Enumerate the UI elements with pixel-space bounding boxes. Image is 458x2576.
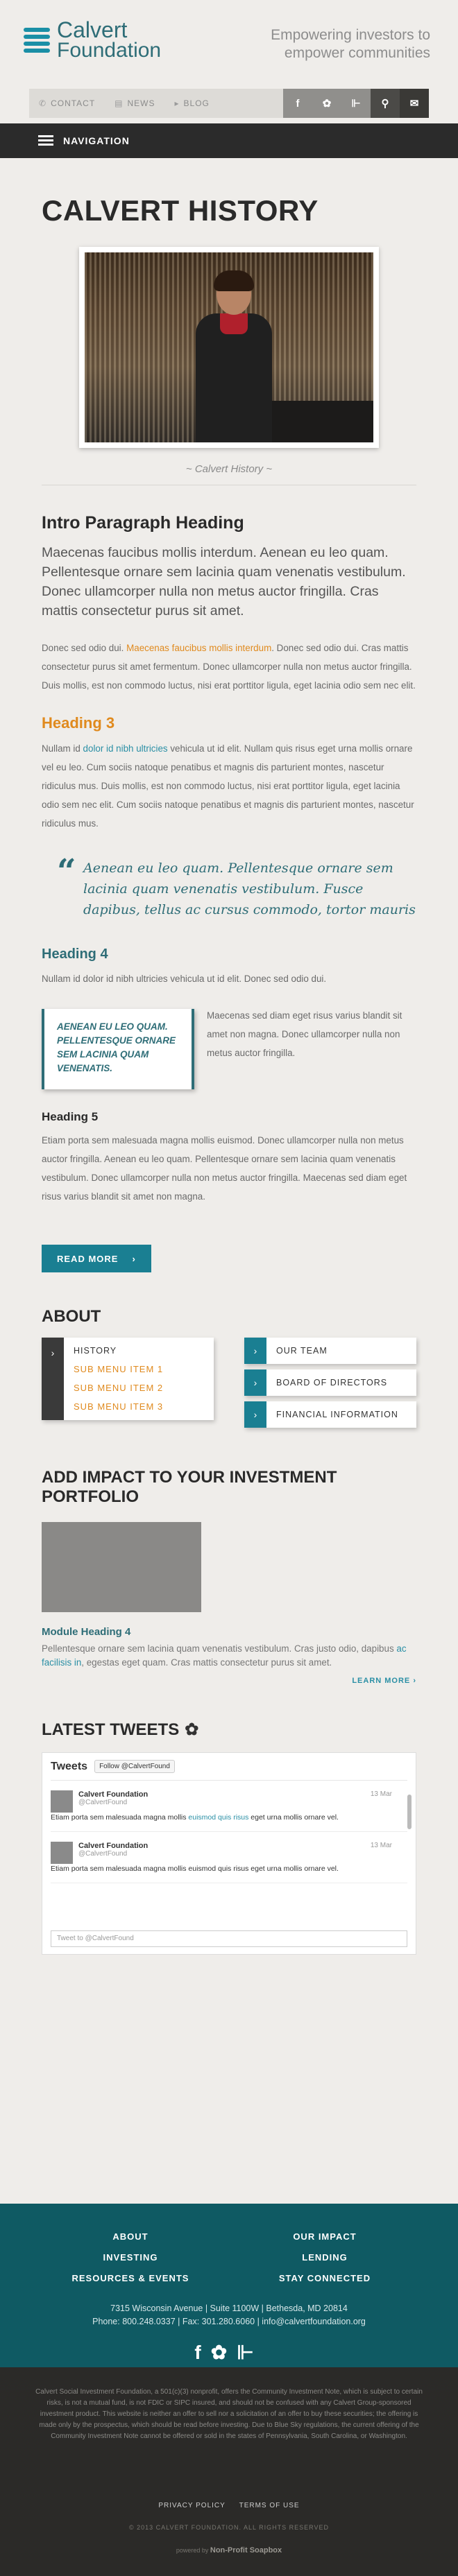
inline-link[interactable]: dolor id nibh ultricies [83,743,168,754]
footer-link-stay-connected[interactable]: STAY CONNECTED [255,2273,394,2283]
quote-icon: “ [57,852,76,891]
tweet: Calvert Foundation @CalvertFound Etiam p… [51,1832,407,1883]
heading-5: Heading 5 [42,1110,99,1123]
tweet-compose-input[interactable]: Tweet to @CalvertFound [51,1930,407,1947]
twitter-widget: Tweets Follow @CalvertFound Calvert Foun… [42,1752,416,1955]
search-icon[interactable]: ⚲ [371,89,400,118]
phone-icon: ✆ [39,98,47,108]
learn-more-link[interactable]: LEARN MORE › [42,1677,416,1685]
contact-info: 7315 Wisconsin Avenue | Suite 1100W | Be… [92,2303,366,2326]
history-link[interactable]: HISTORY [74,1346,204,1356]
read-more-button[interactable]: READ MORE › [42,1245,151,1272]
megaphone-icon: ▸ [174,98,180,108]
social-links: f✿⊩ [0,2341,458,2364]
twitter-bird-icon: ✿ [185,1720,199,1739]
facebook-icon[interactable]: f [194,2342,210,2363]
powered-by[interactable]: powered by Non-Profit Soapbox [0,2546,458,2555]
pullquote-box: Aenean eu leo quam. Pellentesque ornare … [42,1009,194,1089]
main-content: CALVERT HISTORY ~ Calvert History ~ Intr… [42,158,416,1955]
avatar [51,1842,73,1864]
hamburger-menu-icon[interactable] [38,135,53,146]
module-heading: Module Heading 4 [42,1626,131,1638]
footer-link-our-impact[interactable]: OUR IMPACT [255,2231,394,2242]
rss-icon[interactable]: ⊩ [341,89,371,118]
intro-heading: Intro Paragraph Heading [42,513,244,533]
heading-4: Heading 4 [42,946,108,962]
chevron-right-icon: › [244,1369,266,1396]
facebook-icon[interactable]: f [283,89,312,118]
widget-title: Tweets [51,1760,88,1772]
chevron-right-icon: › [132,1253,136,1264]
chevron-right-icon: › [244,1401,266,1428]
utility-bar: ✆ CONTACT ▤ NEWS ▸ BLOG f ✿ ⊩ ⚲ ✉ [29,89,429,118]
sub-menu-item-2[interactable]: SUB MENU ITEM 2 [74,1383,204,1393]
site-header: Calvert Foundation Empowering investors … [0,0,458,89]
about-menu: › HISTORY SUB MENU ITEM 1 SUB MENU ITEM … [42,1338,416,1433]
about-heading: ABOUT [42,1307,101,1326]
blog-link[interactable]: ▸ BLOG [165,89,219,118]
module-image [42,1522,201,1612]
footer-link-about[interactable]: ABOUT [61,2231,200,2242]
page-title: CALVERT HISTORY [42,194,319,227]
footer-link-resources-events[interactable]: RESOURCES & EVENTS [61,2273,200,2283]
footer-link-investing[interactable]: INVESTING [61,2252,200,2263]
sub-menu-item-3[interactable]: SUB MENU ITEM 3 [74,1401,204,1412]
inline-link[interactable]: Maecenas faucibus mollis interdum [126,643,271,653]
chevron-right-icon: › [42,1338,64,1420]
site-footer: ABOUT OUR IMPACT INVESTING LENDING RESOU… [0,2204,458,2367]
tagline: Empowering investors to empower communit… [271,27,430,61]
impact-heading: ADD IMPACT TO YOUR INVESTMENT PORTFOLIO [42,1468,337,1506]
disclaimer: Calvert Social Investment Foundation, a … [35,2388,423,2440]
financial-information-card[interactable]: › FINANCIAL INFORMATION [244,1401,416,1428]
tweet-date[interactable]: 13 Mar [371,1790,392,1798]
logo[interactable]: Calvert Foundation [24,19,161,61]
follow-button[interactable]: Follow @CalvertFound [94,1760,175,1773]
privacy-policy-link[interactable]: PRIVACY POLICY [158,2502,225,2509]
history-photo [79,247,379,448]
board-of-directors-card[interactable]: › BOARD OF DIRECTORS [244,1369,416,1396]
news-icon: ▤ [114,98,124,108]
navigation-label[interactable]: NAVIGATION [63,135,130,146]
terms-of-use-link[interactable]: TERMS OF USE [239,2502,300,2509]
lead-paragraph: Maecenas faucibus mollis interdum. Aenea… [42,545,406,619]
history-card: › HISTORY SUB MENU ITEM 1 SUB MENU ITEM … [42,1338,214,1420]
mail-icon[interactable]: ✉ [400,89,429,118]
twitter-icon[interactable]: ✿ [312,89,341,118]
navigation-bar[interactable]: NAVIGATION [0,123,458,158]
blockquote: “ Aenean eu leo quam. Pellentesque ornar… [57,852,416,917]
body-paragraph: Etiam porta sem malesuada magna mollis e… [42,1135,407,1202]
footer-link-lending[interactable]: LENDING [255,2252,394,2263]
sub-footer: Calvert Social Investment Foundation, a … [0,2367,458,2576]
chevron-right-icon: › [244,1338,266,1364]
news-link[interactable]: ▤ NEWS [105,89,164,118]
body-paragraph: Nullam id dolor id nibh ultricies vehicu… [42,974,327,984]
scrollbar[interactable] [407,1795,412,1829]
logo-text: Calvert Foundation [57,17,162,62]
twitter-icon[interactable]: ✿ [211,2342,237,2363]
photo-caption: ~ Calvert History ~ [185,463,273,475]
our-team-card[interactable]: › OUR TEAM [244,1338,416,1364]
photo-image [85,252,373,442]
sub-menu-item-1[interactable]: SUB MENU ITEM 1 [74,1364,204,1374]
inline-link[interactable]: euismod quis risus [188,1813,248,1822]
copyright: © 2013 CALVERT FOUNDATION. ALL RIGHTS RE… [128,2524,330,2531]
latest-tweets-heading: LATEST TWEETS ✿ [42,1720,199,1740]
logo-waves-icon [24,26,51,54]
body-paragraph: Nullam id dolor id nibh ultricies vehicu… [42,743,414,829]
pullquote-side-text: Maecenas sed diam eget risus varius blan… [207,1010,402,1058]
tweet-date[interactable]: 13 Mar [371,1842,392,1849]
heading-3: Heading 3 [42,714,115,732]
module-text: Pellentesque ornare sem lacinia quam ven… [42,1643,407,1668]
body-paragraph: Donec sed odio dui. Maecenas faucibus mo… [42,643,416,691]
rss-icon[interactable]: ⊩ [237,2342,263,2363]
avatar [51,1790,73,1813]
contact-link[interactable]: ✆ CONTACT [29,89,105,118]
tweet: Calvert Foundation @CalvertFound Etiam p… [51,1781,407,1832]
policy-links: PRIVACY POLICY TERMS OF USE [0,2502,458,2509]
pullquote-row: Aenean eu leo quam. Pellentesque ornare … [42,1009,416,1089]
